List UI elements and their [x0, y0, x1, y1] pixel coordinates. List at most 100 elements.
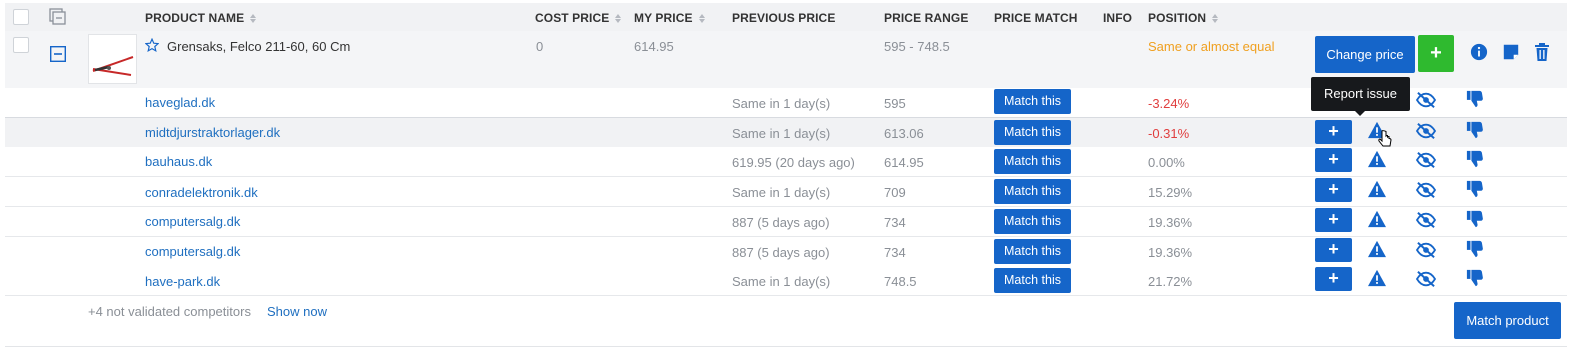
competitor-previous-price: Same in 1 day(s): [732, 185, 831, 200]
report-issue-tooltip: Report issue: [1311, 77, 1410, 116]
competitor-row: computersalg.dk 887 (5 days ago) 734 Mat…: [5, 237, 1567, 267]
thumbs-down-icon[interactable]: [1466, 90, 1488, 112]
thumbs-down-icon[interactable]: [1466, 210, 1488, 232]
col-info: INFO: [1103, 11, 1133, 25]
not-validated-count: +4 not validated competitors: [88, 304, 251, 319]
hide-icon[interactable]: [1415, 241, 1437, 263]
hide-icon[interactable]: [1415, 181, 1437, 203]
product-price-range: 595 - 748.5: [884, 39, 950, 54]
product-my-price: 614.95: [634, 39, 674, 54]
show-now-link[interactable]: Show now: [267, 304, 327, 319]
add-competitor-button[interactable]: +: [1315, 120, 1352, 144]
match-product-button[interactable]: Match product: [1454, 302, 1561, 339]
competitor-price: 613.06: [884, 126, 924, 141]
competitor-price: 614.95: [884, 155, 924, 170]
hide-icon[interactable]: [1415, 91, 1437, 113]
competitor-row: computersalg.dk 887 (5 days ago) 734 Mat…: [5, 207, 1567, 237]
competitor-previous-price: Same in 1 day(s): [732, 96, 831, 111]
competitor-name[interactable]: computersalg.dk: [145, 244, 240, 259]
report-issue-icon[interactable]: [1367, 180, 1389, 202]
table-footer: +4 not validated competitors Show now Ma…: [5, 296, 1567, 347]
competitor-name[interactable]: bauhaus.dk: [145, 154, 212, 169]
product-name[interactable]: Grensaks, Felco 211-60, 60 Cm: [167, 39, 350, 54]
competitor-previous-price: 619.95 (20 days ago): [732, 155, 855, 170]
competitor-position: 19.36%: [1148, 215, 1193, 230]
col-price-range: PRICE RANGE: [884, 11, 969, 25]
col-cost-price[interactable]: COST PRICE: [535, 11, 622, 25]
collapse-row-icon[interactable]: [49, 45, 67, 65]
match-this-button[interactable]: Match this: [994, 120, 1071, 145]
sort-icon: [250, 14, 257, 23]
report-issue-icon[interactable]: [1367, 210, 1389, 232]
competitor-position: 15.29%: [1148, 185, 1193, 200]
add-competitor-button[interactable]: +: [1315, 267, 1352, 291]
competitor-price: 734: [884, 245, 906, 260]
hide-icon[interactable]: [1415, 151, 1437, 173]
match-this-button[interactable]: Match this: [994, 89, 1071, 114]
competitor-position: -3.24%: [1148, 96, 1190, 111]
col-product-name[interactable]: PRODUCT NAME: [145, 11, 257, 25]
thumbs-down-icon[interactable]: [1466, 240, 1488, 262]
table-header: PRODUCT NAME COST PRICE MY PRICE PREVIOU…: [5, 3, 1567, 32]
competitor-price: 748.5: [884, 274, 917, 289]
competitor-position: 19.36%: [1148, 245, 1193, 260]
report-issue-icon[interactable]: [1367, 269, 1389, 291]
competitor-previous-price: Same in 1 day(s): [732, 126, 831, 141]
note-icon[interactable]: [1502, 43, 1524, 65]
product-image: [88, 34, 137, 84]
competitor-row: bauhaus.dk 619.95 (20 days ago) 614.95 M…: [5, 147, 1567, 177]
match-this-button[interactable]: Match this: [994, 209, 1071, 234]
add-competitor-button[interactable]: +: [1315, 148, 1352, 172]
competitor-name[interactable]: conradelektronik.dk: [145, 185, 258, 200]
competitor-price: 595: [884, 96, 906, 111]
col-price-match: PRICE MATCH: [994, 11, 1078, 25]
info-icon[interactable]: [1470, 43, 1492, 65]
col-my-price[interactable]: MY PRICE: [634, 11, 706, 25]
report-issue-icon[interactable]: [1367, 150, 1389, 172]
hide-icon[interactable]: [1415, 122, 1437, 144]
report-issue-icon[interactable]: [1367, 240, 1389, 262]
thumbs-down-icon[interactable]: [1466, 121, 1488, 143]
add-competitor-button[interactable]: +: [1315, 208, 1352, 232]
competitor-row: conradelektronik.dk Same in 1 day(s) 709…: [5, 177, 1567, 207]
add-competitor-button[interactable]: +: [1315, 238, 1352, 262]
competitor-name[interactable]: haveglad.dk: [145, 95, 215, 110]
competitor-price: 709: [884, 185, 906, 200]
competitor-previous-price: 887 (5 days ago): [732, 215, 830, 230]
competitor-position: -0.31%: [1148, 126, 1190, 141]
match-this-button[interactable]: Match this: [994, 179, 1071, 204]
competitor-previous-price: 887 (5 days ago): [732, 245, 830, 260]
col-position[interactable]: POSITION: [1148, 11, 1219, 25]
sort-icon: [698, 14, 706, 23]
thumbs-down-icon[interactable]: [1466, 150, 1488, 172]
collapse-all-icon[interactable]: [49, 8, 67, 29]
competitor-previous-price: Same in 1 day(s): [732, 274, 831, 289]
competitor-name[interactable]: have-park.dk: [145, 274, 220, 289]
competitor-name[interactable]: midtdjurstraktorlager.dk: [145, 125, 280, 140]
competitor-price: 734: [884, 215, 906, 230]
hide-icon[interactable]: [1415, 270, 1437, 292]
thumbs-down-icon[interactable]: [1466, 180, 1488, 202]
sort-icon: [615, 14, 622, 23]
match-this-button[interactable]: Match this: [994, 239, 1071, 264]
competitor-position: 0.00%: [1148, 155, 1185, 170]
select-all-checkbox[interactable]: [13, 9, 29, 25]
match-this-button[interactable]: Match this: [994, 149, 1071, 174]
change-price-button[interactable]: Change price: [1315, 36, 1415, 73]
star-icon[interactable]: [144, 37, 160, 55]
competitor-row: have-park.dk Same in 1 day(s) 748.5 Matc…: [5, 266, 1567, 296]
competitor-name[interactable]: computersalg.dk: [145, 214, 240, 229]
sort-icon: [1212, 14, 1219, 23]
match-this-button[interactable]: Match this: [994, 268, 1071, 293]
trash-icon[interactable]: [1533, 42, 1555, 64]
col-previous-price: PREVIOUS PRICE: [732, 11, 836, 25]
hide-icon[interactable]: [1415, 211, 1437, 233]
product-cost-price: 0: [536, 39, 544, 54]
add-competitor-button[interactable]: +: [1315, 178, 1352, 202]
thumbs-down-icon[interactable]: [1466, 269, 1488, 291]
competitor-row: midtdjurstraktorlager.dk Same in 1 day(s…: [5, 117, 1567, 148]
competitor-position: 21.72%: [1148, 274, 1193, 289]
product-checkbox[interactable]: [13, 37, 29, 53]
product-position: Same or almost equal: [1148, 39, 1275, 54]
add-button[interactable]: +: [1418, 35, 1454, 72]
